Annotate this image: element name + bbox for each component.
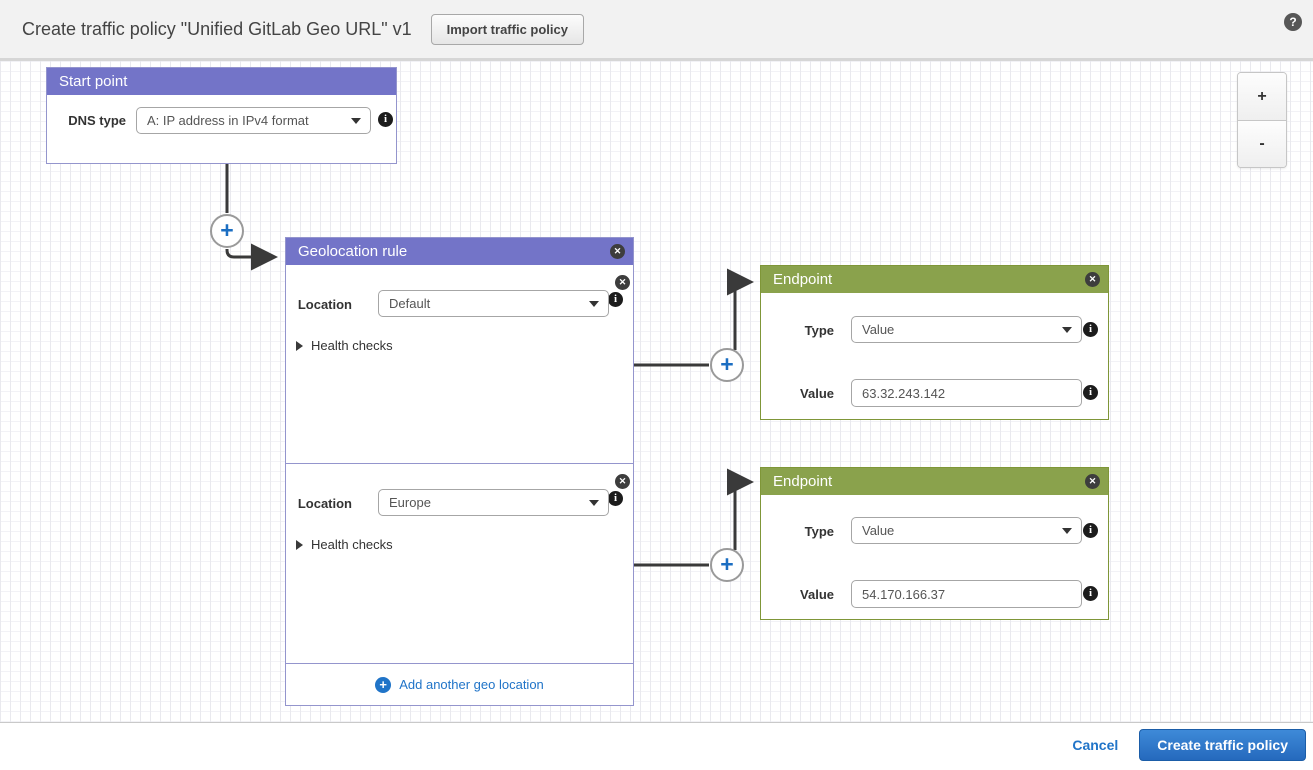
close-icon[interactable]: ✕ [1085,474,1100,489]
info-icon[interactable]: i [608,491,623,506]
close-icon[interactable]: ✕ [1085,272,1100,287]
zoom-in-button[interactable]: + [1238,73,1286,120]
zoom-control: + - [1237,72,1287,168]
dns-type-label: DNS type [47,113,126,128]
top-bar: Create traffic policy "Unified GitLab Ge… [0,0,1313,61]
create-traffic-policy-button[interactable]: Create traffic policy [1139,729,1306,761]
chevron-down-icon [589,301,599,307]
location-dropdown[interactable]: Europe [378,489,609,516]
chevron-right-icon [296,341,303,351]
location-label: Location [286,297,352,312]
geo-rule-footer: + Add another geo location [286,664,633,705]
geolocation-rule-header: Geolocation rule ✕ [286,238,633,265]
geolocation-rule-box: Geolocation rule ✕ ✕ i Location Default … [285,237,634,706]
info-icon[interactable]: i [1083,523,1098,538]
endpoint-body: Type Value i Value i [761,495,1108,620]
chevron-down-icon [1062,327,1072,333]
health-checks-expander[interactable]: Health checks [296,338,393,353]
close-icon[interactable]: ✕ [615,474,630,489]
start-point-body: DNS type A: IP address in IPv4 format i [47,95,396,164]
start-point-header: Start point [47,68,396,95]
dns-type-dropdown[interactable]: A: IP address in IPv4 format [136,107,371,134]
value-label: Value [761,587,834,602]
type-label: Type [761,323,834,338]
close-icon[interactable]: ✕ [615,275,630,290]
info-icon[interactable]: i [1083,322,1098,337]
footer-bar: Cancel Create traffic policy [0,723,1313,766]
location-label: Location [286,496,352,511]
add-geo-location-link[interactable]: + Add another geo location [375,677,544,693]
chevron-down-icon [589,500,599,506]
endpoint-title: Endpoint [773,473,832,490]
traffic-policy-canvas: + + + Start point DNS type A: IP address… [0,61,1313,723]
geolocation-rule-title: Geolocation rule [298,243,407,260]
info-icon[interactable]: i [1083,385,1098,400]
info-icon[interactable]: i [1083,586,1098,601]
endpoint-box-2: Endpoint ✕ Type Value i Value i [760,467,1109,620]
insert-rule-button[interactable]: + [710,548,744,582]
endpoint-header: Endpoint ✕ [761,266,1108,293]
info-icon[interactable]: i [608,292,623,307]
cancel-button[interactable]: Cancel [1072,737,1118,753]
plus-icon: + [375,677,391,693]
endpoint-body: Type Value i Value i [761,293,1108,420]
chevron-down-icon [351,118,361,124]
close-icon[interactable]: ✕ [610,244,625,259]
zoom-out-button[interactable]: - [1238,120,1286,167]
endpoint-title: Endpoint [773,271,832,288]
info-icon[interactable]: i [378,112,393,127]
start-point-box: Start point DNS type A: IP address in IP… [46,67,397,164]
import-traffic-policy-button[interactable]: Import traffic policy [431,14,584,45]
start-point-title: Start point [59,73,127,90]
page-title: Create traffic policy "Unified GitLab Ge… [22,19,412,40]
insert-rule-button[interactable]: + [710,348,744,382]
endpoint-header: Endpoint ✕ [761,468,1108,495]
geo-rule-europe: ✕ i Location Europe Health checks [286,464,633,664]
endpoint-value-input[interactable] [851,379,1082,407]
geo-rule-default: ✕ i Location Default Health checks [286,265,633,464]
endpoint-type-dropdown[interactable]: Value [851,517,1082,544]
chevron-down-icon [1062,528,1072,534]
health-checks-expander[interactable]: Health checks [296,537,393,552]
insert-rule-button[interactable]: + [210,214,244,248]
chevron-right-icon [296,540,303,550]
endpoint-box-1: Endpoint ✕ Type Value i Value i [760,265,1109,420]
endpoint-type-dropdown[interactable]: Value [851,316,1082,343]
type-label: Type [761,524,834,539]
value-label: Value [761,386,834,401]
location-dropdown[interactable]: Default [378,290,609,317]
endpoint-value-input[interactable] [851,580,1082,608]
help-icon[interactable]: ? [1284,13,1302,31]
